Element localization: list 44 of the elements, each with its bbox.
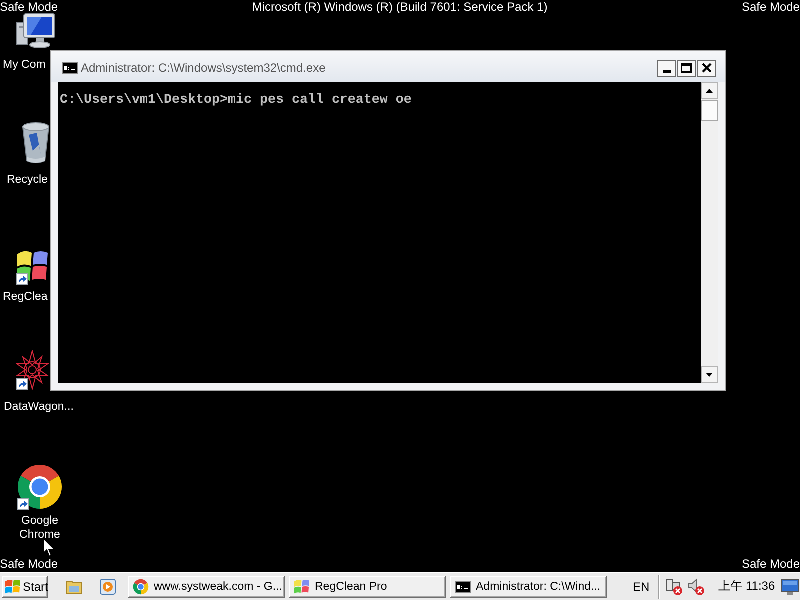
minimize-icon [662,70,670,72]
window-title: Administrator: C:\Windows\system32\cmd.exe [81,61,326,75]
mouse-cursor-icon [43,538,55,557]
star-pattern-icon[interactable] [16,350,49,390]
close-icon [702,63,712,73]
scroll-thumb[interactable] [701,100,718,121]
desktop-icon-label[interactable]: DataWagon... [4,400,74,414]
play-icon[interactable] [100,578,116,594]
maximize-icon [681,63,692,73]
safe-mode-label: Safe Mode [0,0,58,15]
folder-icon[interactable] [66,579,82,594]
taskbar-button[interactable]: RegClean Pro [289,576,446,598]
desktop-icon-label[interactable]: RegClea [3,290,48,304]
monitor-icon[interactable] [781,578,799,594]
computer-icon[interactable] [16,13,56,49]
close-button[interactable] [697,60,716,76]
desktop-icon-label[interactable]: Recycle [7,173,48,187]
caret-up-icon [706,88,713,92]
taskbar-button[interactable]: www.systweak.com - G... [128,576,285,598]
scroll-down-button[interactable] [701,366,718,383]
start-button[interactable]: Start [2,576,48,598]
safe-mode-label: Safe Mode [742,0,800,15]
console-icon [62,62,78,74]
clock[interactable]: 上午 11:36 [718,578,776,595]
language-indicator[interactable]: EN [633,580,650,594]
recycle-bin-icon[interactable] [21,121,51,165]
volume-icon[interactable] [688,578,705,596]
safe-mode-label: Safe Mode [742,557,800,572]
network-icon[interactable] [664,578,683,596]
desktop-icon-label[interactable]: My Com [3,58,46,72]
safe-mode-label: Safe Mode [0,557,58,572]
caret-down-icon [706,372,713,376]
chrome-icon [133,578,149,594]
console-line: C:\Users\vm1\Desktop>mic pes call createw oe [60,93,413,109]
maximize-button[interactable] [677,60,696,76]
flag-icon [294,578,310,594]
desktop-icon-label[interactable]: Google Chrome [12,514,68,542]
flag-icon [5,578,21,594]
console-icon [455,580,471,592]
taskbar-button[interactable]: Administrator: C:\Wind... [450,576,607,598]
scroll-up-button[interactable] [701,82,718,99]
os-build-label: Microsoft (R) Windows (R) (Build 7601: Service Pack 1) [252,0,548,15]
chrome-icon[interactable] [17,464,63,510]
minimize-button[interactable] [657,60,676,76]
